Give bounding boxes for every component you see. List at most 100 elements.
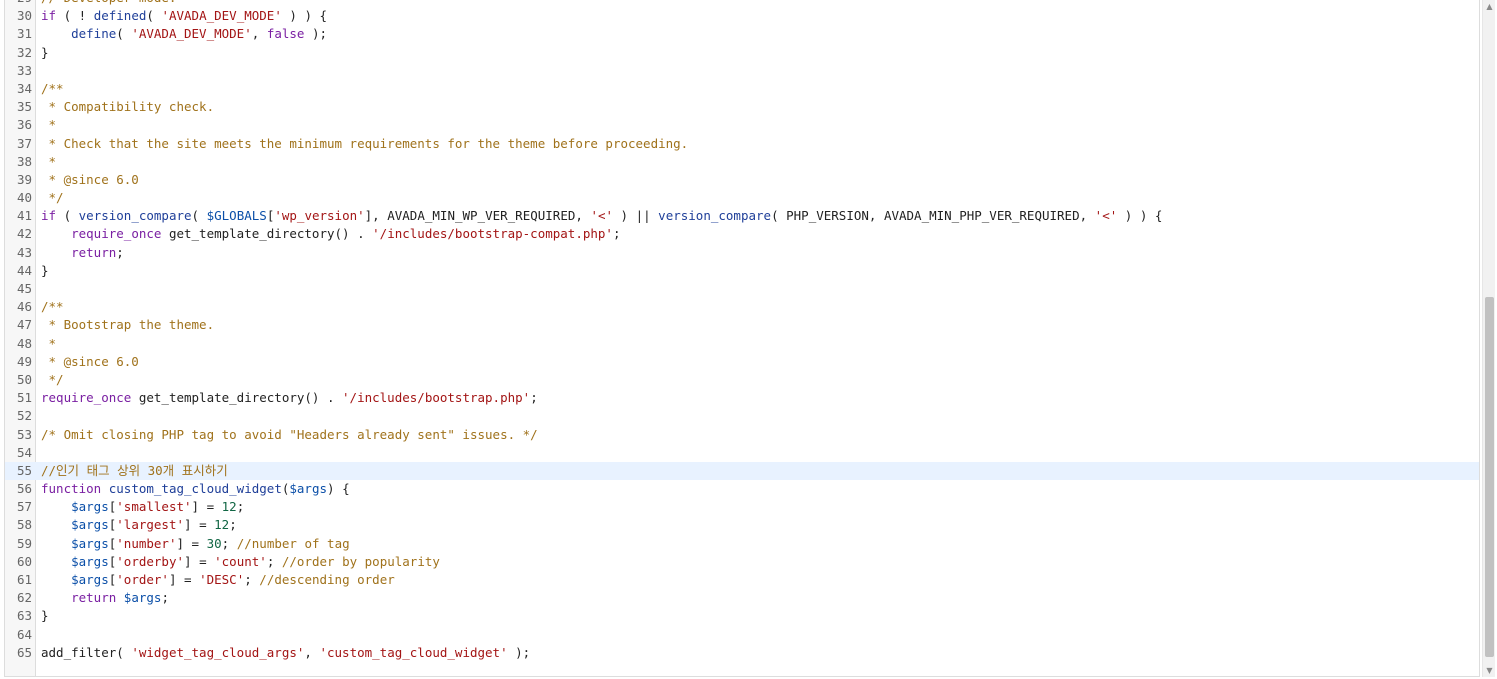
line-number: 30 [16,8,32,24]
code-line[interactable]: 45 [5,280,1479,298]
code-line[interactable]: 60 $args['orderby'] = 'count'; //order b… [5,553,1479,571]
line-number: 61 [16,572,32,587]
code-line[interactable]: 50 */ [5,371,1479,389]
code-token: //number of tag [236,535,350,551]
code-token: * @since 6.0 [41,353,139,369]
line-number: 51 [16,390,32,406]
code-token: 'AVADA_DEV_MODE' [161,8,282,24]
line-number: 42 [16,226,32,242]
code-token: 'widget_tag_cloud_args' [131,644,305,660]
code-text: * [41,116,57,134]
code-line[interactable]: 59 $args['number'] = 30; //number of tag [5,535,1479,553]
code-token: 'smallest' [116,499,192,515]
code-line[interactable]: 36 * [5,116,1479,134]
code-line[interactable]: 43 return; [5,244,1479,262]
code-line[interactable]: 39 * @since 6.0 [5,171,1479,189]
code-line[interactable]: 52 [5,407,1479,425]
code-text: * [41,153,57,171]
code-token: false [266,26,305,42]
code-line[interactable]: 33 [5,62,1479,80]
line-number: 29 [5,0,32,7]
code-line[interactable]: 57 $args['smallest'] = 12; [5,498,1479,516]
code-text: add_filter( 'widget_tag_cloud_args', 'cu… [41,644,530,662]
code-text: return; [41,244,124,262]
line-number: 57 [16,499,32,515]
scroll-down-arrow-icon[interactable]: ▼ [1483,664,1496,677]
code-token: get_template_directory() . [131,390,343,406]
code-token: * Compatibility check. [41,99,215,115]
code-line[interactable]: 32} [5,44,1479,62]
code-token: add_filter( [41,644,132,660]
code-token: 'number' [116,535,177,551]
code-line[interactable]: 29 // Developer mode. [5,0,1479,7]
code-line[interactable]: 46 /** [5,298,1479,316]
code-token: ) ) { [281,8,328,24]
code-lines[interactable]: 29 // Developer mode.30if ( ! defined( 'A… [5,0,1479,662]
code-token: require_once [41,390,132,406]
code-line[interactable]: 62 return $args; [5,589,1479,607]
code-token: ], AVADA_MIN_WP_VER_REQUIRED, [364,208,591,224]
code-token: ] = [191,499,222,515]
code-text: * Check that the site meets the minimum … [41,135,689,153]
scroll-up-arrow-icon[interactable]: ▲ [1483,0,1496,13]
vertical-scrollbar[interactable]: ▲ ▼ [1482,0,1495,677]
code-line[interactable]: 65 add_filter( 'widget_tag_cloud_args', '… [5,644,1479,662]
code-token: */ [41,371,64,387]
code-token: //descending order [259,572,395,587]
code-line[interactable]: 42 require_once get_template_directory()… [5,225,1479,243]
line-number: 50 [16,371,32,387]
code-line[interactable]: 56 function custom_tag_cloud_widget($args… [5,480,1479,498]
code-line[interactable]: 31 define( 'AVADA_DEV_MODE', false ); [5,25,1479,43]
line-number: 44 [16,262,32,278]
code-text: } [41,607,49,625]
code-token: version_compare [78,208,192,224]
code-token: * @since 6.0 [41,171,139,187]
line-number: 52 [16,408,32,424]
code-text: define( 'AVADA_DEV_MODE', false ); [41,25,327,43]
code-line[interactable]: 58 $args['largest'] = 12; [5,516,1479,534]
code-line[interactable]: 53 /* Omit closing PHP tag to avoid "Head… [5,426,1479,444]
code-line[interactable]: 51 require_once get_template_directory() … [5,389,1479,407]
code-line[interactable]: 37 * Check that the site meets the minim… [5,135,1479,153]
code-text: * [41,335,57,353]
scrollbar-thumb[interactable] [1485,297,1494,657]
code-token: ] = [184,517,215,533]
code-line[interactable]: 38 * [5,153,1479,171]
line-number: 36 [16,117,32,133]
line-number: 65 [16,644,32,660]
code-line[interactable]: 61 $args['order'] = 'DESC'; //descending… [5,571,1479,589]
code-token: return [71,590,117,606]
code-line[interactable]: 44} [5,262,1479,280]
code-text: * Compatibility check. [41,98,215,116]
code-editor[interactable]: 29 // Developer mode.30if ( ! defined( 'A… [4,0,1480,677]
code-token: //인기 태그 상위 30개 표시하기 [41,462,228,478]
code-token: 12 [221,499,237,515]
code-line[interactable]: 41 if ( version_compare( $GLOBALS['wp_ver… [5,207,1479,225]
code-line[interactable]: 40 */ [5,189,1479,207]
code-token: } [41,608,49,624]
code-line[interactable]: 35 * Compatibility check. [5,98,1479,116]
line-number: 53 [16,426,32,442]
code-line[interactable]: 49 * @since 6.0 [5,353,1479,371]
code-token: $args [71,553,109,569]
code-line-active[interactable]: 55 //인기 태그 상위 30개 표시하기 [5,461,1479,481]
code-line[interactable]: 48 * [5,335,1479,353]
code-token: /** [41,80,64,96]
code-token: ( [191,208,207,224]
code-token: ; [236,499,245,515]
code-line[interactable]: 30 if ( ! defined( 'AVADA_DEV_MODE' ) ) { [5,7,1479,25]
code-line[interactable]: 63} [5,607,1479,625]
code-line[interactable]: 47 * Bootstrap the theme. [5,316,1479,334]
line-number: 39 [16,171,32,187]
code-token: ; [161,590,169,606]
code-line[interactable]: 34 /** [5,80,1479,98]
line-number: 45 [16,281,32,296]
code-line[interactable]: 54 [5,444,1479,462]
code-token: ); [304,26,328,42]
code-token: '<' [1094,208,1118,224]
code-text: // Developer mode. [41,0,176,7]
code-line[interactable]: 64 [5,626,1479,644]
